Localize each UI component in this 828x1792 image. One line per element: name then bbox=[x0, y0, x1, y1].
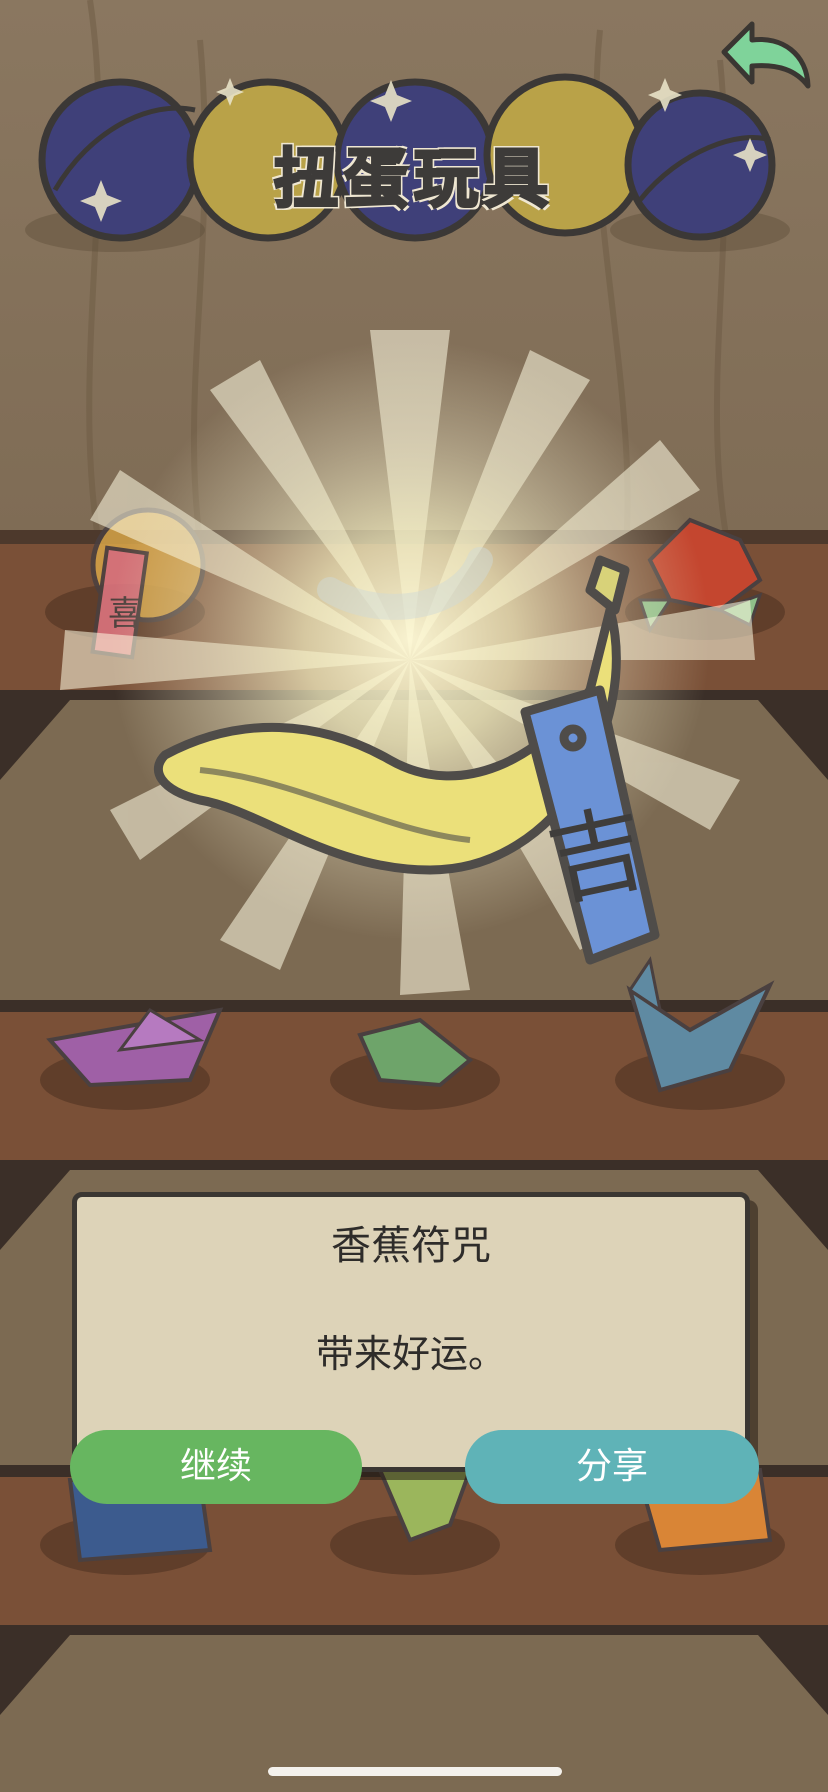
back-button[interactable] bbox=[712, 14, 816, 96]
charm-char: 吉 bbox=[539, 791, 656, 921]
home-indicator[interactable] bbox=[268, 1767, 562, 1776]
prize-description: 带来好运。 bbox=[315, 1332, 506, 1376]
page-title: 扭蛋玩具 bbox=[273, 142, 554, 219]
continue-button[interactable]: 继续 bbox=[70, 1430, 362, 1504]
back-arrow-icon bbox=[721, 21, 811, 89]
game-screen: 喜 bbox=[0, 0, 828, 1792]
share-button[interactable]: 分享 bbox=[465, 1430, 759, 1504]
prize-name: 香蕉符咒 bbox=[331, 1223, 491, 1269]
